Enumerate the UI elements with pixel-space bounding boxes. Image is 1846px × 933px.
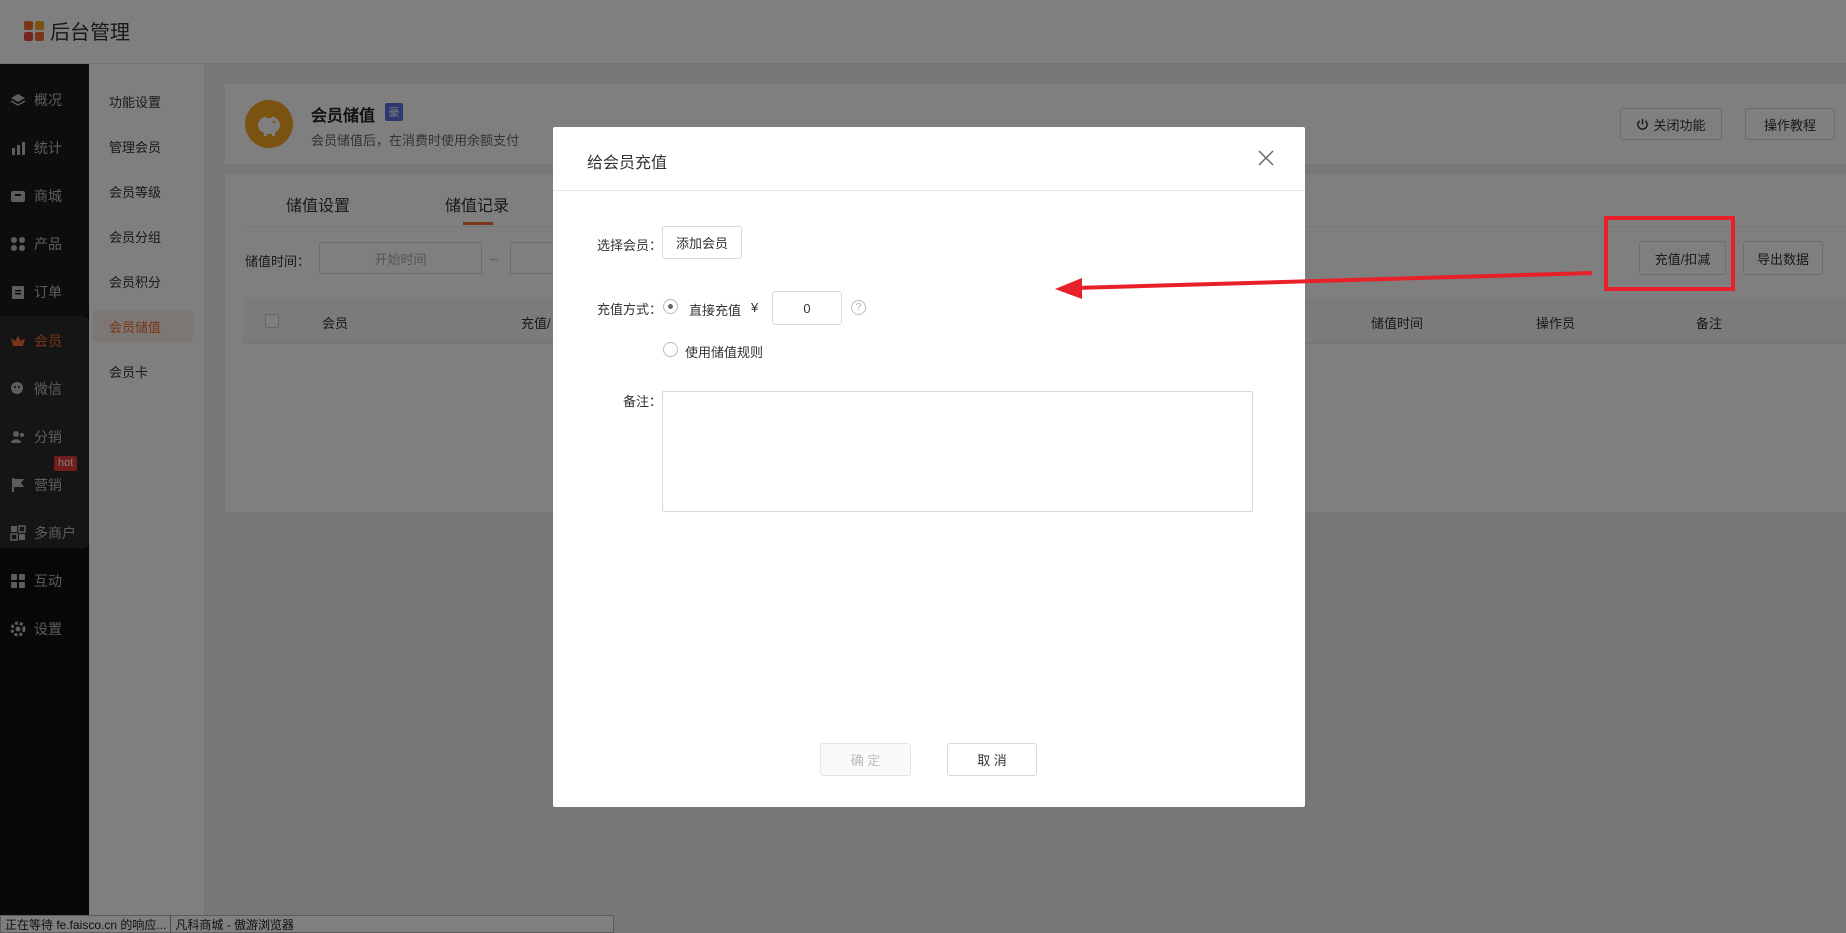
dialog-title: 给会员充值 — [587, 155, 668, 172]
select-member-label: 选择会员： — [596, 238, 662, 253]
help-icon[interactable]: ? — [851, 300, 866, 315]
recharge-amount-input[interactable]: 0 — [772, 291, 842, 325]
stored-value-rule-radio[interactable] — [663, 342, 678, 357]
currency-symbol: ¥ — [751, 300, 759, 315]
remark-textarea[interactable] — [662, 391, 1253, 512]
remark-label: 备注： — [622, 394, 662, 409]
cancel-button[interactable]: 取 消 — [947, 743, 1037, 776]
dialog-header: 给会员充值 — [553, 127, 1305, 191]
recharge-method-label: 充值方式： — [596, 302, 662, 317]
close-icon[interactable] — [1257, 149, 1275, 167]
stored-value-rule-label: 使用储值规则 — [685, 345, 764, 360]
annotation-highlight-box — [1604, 216, 1735, 291]
direct-recharge-label: 直接充值 — [689, 303, 742, 318]
recharge-dialog: 给会员充值 选择会员： 添加会员 充值方式： 直接充值 ¥ 0 ? 使用储值规则… — [553, 127, 1305, 807]
direct-recharge-radio[interactable] — [663, 299, 678, 314]
confirm-button[interactable]: 确 定 — [820, 743, 911, 776]
add-member-button[interactable]: 添加会员 — [662, 226, 742, 259]
